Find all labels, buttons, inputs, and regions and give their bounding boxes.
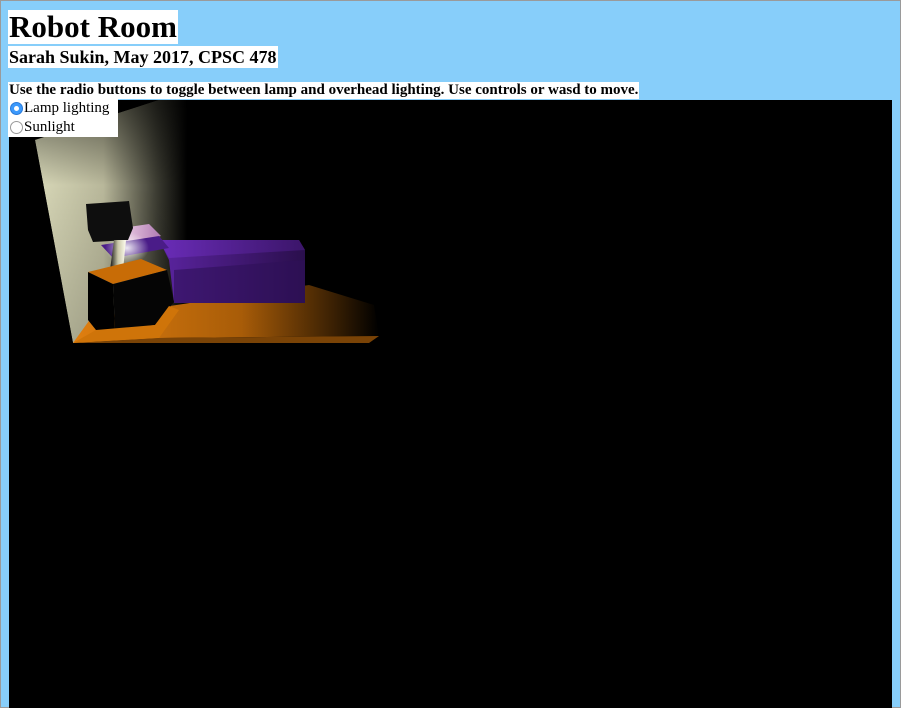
- instructions-text: Use the radio buttons to toggle between …: [8, 82, 640, 99]
- sunlight-radio[interactable]: [10, 121, 23, 134]
- lamp-lighting-option[interactable]: Lamp lighting: [8, 99, 118, 118]
- page-title: Robot Room: [8, 9, 178, 44]
- sunlight-option[interactable]: Sunlight: [8, 118, 118, 137]
- lighting-radio-group: Lamp lighting Sunlight: [8, 99, 118, 137]
- lamp-lighting-radio[interactable]: [10, 102, 23, 115]
- lamp-lighting-label[interactable]: Lamp lighting: [24, 99, 109, 118]
- room-scene: [9, 100, 379, 350]
- lamp-shade: [86, 201, 133, 242]
- scene-canvas[interactable]: [9, 100, 892, 708]
- sunlight-label[interactable]: Sunlight: [24, 118, 75, 137]
- page-subtitle: Sarah Sukin, May 2017, CPSC 478: [8, 46, 278, 68]
